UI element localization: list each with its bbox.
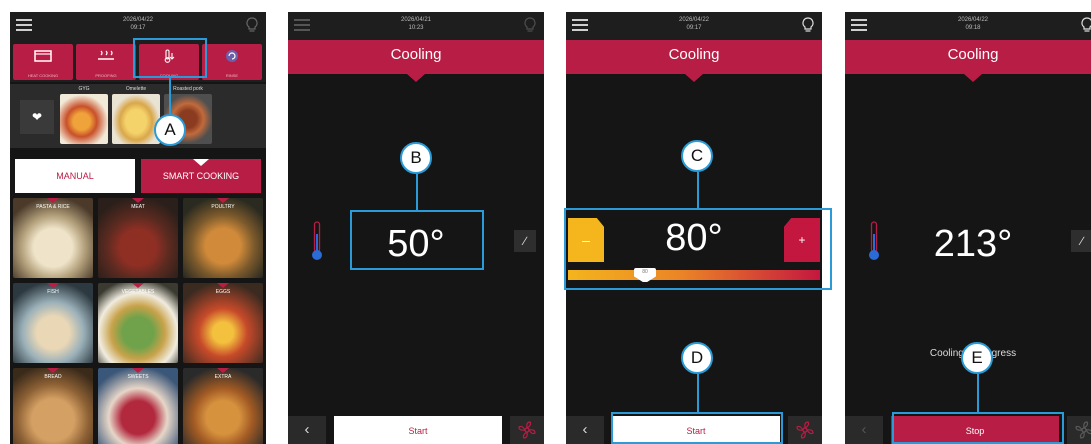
- highlight-temperature-adjuster: [564, 208, 832, 290]
- category-label: FISH: [47, 289, 59, 295]
- category-label: SWEETS: [127, 374, 149, 380]
- category-tile[interactable]: MEAT: [98, 198, 178, 278]
- page-title: Cooling: [288, 40, 544, 82]
- time: 09:17: [686, 25, 702, 31]
- category-tile[interactable]: PASTA & RICE: [13, 198, 93, 278]
- category-tile[interactable]: BREAD: [13, 368, 93, 444]
- highlight-cooling-tab: [133, 38, 207, 78]
- mode-label: PROOFING: [95, 73, 117, 78]
- category-tile[interactable]: EGGS: [183, 283, 263, 363]
- favorites-row: ❤ GYG Omelette Roasted pork: [10, 84, 266, 148]
- category-label: EGGS: [215, 289, 231, 295]
- back-button[interactable]: ‹: [288, 416, 326, 444]
- time: 10:23: [408, 25, 424, 31]
- fan-icon: [518, 421, 536, 439]
- heart-icon[interactable]: ❤: [20, 100, 54, 134]
- page-title: Cooling: [845, 40, 1091, 82]
- smart-cooking-button[interactable]: SMART COOKING: [141, 159, 261, 193]
- time: 09:17: [130, 25, 146, 31]
- status-bar: 2026/04/21 10:23: [288, 12, 544, 40]
- manual-button[interactable]: MANUAL: [15, 159, 135, 193]
- oven-icon: [34, 50, 52, 62]
- lightbulb-icon[interactable]: [522, 16, 538, 34]
- highlight-temperature: [350, 210, 484, 270]
- category-tile[interactable]: SWEETS: [98, 368, 178, 444]
- status-bar: 2026/04/22 09:17: [566, 12, 822, 40]
- favorite-item[interactable]: GYG: [60, 86, 108, 144]
- status-bar: 2026/04/22 09:18: [845, 12, 1091, 40]
- date: 2026/04/22: [678, 17, 710, 23]
- favorite-label: Roasted pork: [173, 86, 203, 92]
- mode-rinse[interactable]: RINSE: [202, 44, 262, 80]
- callout-a: A: [154, 114, 186, 146]
- mode-proofing[interactable]: PROOFING: [76, 44, 136, 80]
- callout-line: [977, 374, 979, 412]
- fan-button[interactable]: [510, 416, 544, 444]
- category-tile[interactable]: VEGETABLES: [98, 283, 178, 363]
- callout-line: [697, 374, 699, 412]
- probe-icon[interactable]: ∕: [514, 230, 536, 252]
- fan-button[interactable]: [788, 416, 822, 444]
- date: 2026/04/22: [122, 17, 154, 23]
- cooling-screen-running: 2026/04/22 09:18 Cooling 213° ∕ Cooling …: [845, 12, 1091, 444]
- category-label: BREAD: [44, 374, 62, 380]
- back-button[interactable]: ‹: [566, 416, 604, 444]
- highlight-start-button: [611, 412, 783, 444]
- category-tile[interactable]: POULTRY: [183, 198, 263, 278]
- callout-e: E: [961, 342, 993, 374]
- date: 2026/04/22: [957, 17, 989, 23]
- date: 2026/04/21: [400, 17, 432, 23]
- fan-button[interactable]: [1067, 416, 1091, 444]
- callout-b: B: [400, 142, 432, 174]
- highlight-stop-button: [892, 412, 1064, 444]
- datetime: 2026/04/22 09:18: [845, 16, 1091, 32]
- probe-icon[interactable]: ∕: [1071, 230, 1091, 252]
- rinse-icon: [226, 50, 238, 62]
- datetime: 2026/04/22 09:17: [566, 16, 822, 32]
- food-image: [112, 94, 160, 144]
- datetime: 2026/04/22 09:17: [10, 16, 266, 32]
- category-label: EXTRA: [214, 374, 232, 380]
- lightbulb-icon[interactable]: [1079, 16, 1091, 34]
- mode-label: RINSE: [225, 73, 239, 78]
- favorite-label: GYG: [78, 86, 90, 92]
- category-label: PASTA & RICE: [36, 204, 70, 210]
- mode-heat-cooking[interactable]: HEAT COOKING: [13, 44, 73, 80]
- mode-label: HEAT COOKING: [27, 73, 59, 78]
- time: 09:18: [965, 25, 981, 31]
- category-label: POULTRY: [211, 204, 235, 210]
- callout-line: [697, 172, 699, 208]
- callout-c: C: [681, 140, 713, 172]
- category-label: VEGETABLES: [121, 289, 155, 295]
- callout-line: [416, 174, 418, 210]
- steam-icon: [98, 50, 114, 60]
- lightbulb-icon[interactable]: [244, 16, 260, 34]
- category-label: MEAT: [131, 204, 145, 210]
- datetime: 2026/04/21 10:23: [288, 16, 544, 32]
- fan-icon: [796, 421, 814, 439]
- category-tile[interactable]: FISH: [13, 283, 93, 363]
- temperature-value: 213°: [933, 223, 1013, 265]
- favorite-label: Omelette: [125, 86, 147, 92]
- favorite-item[interactable]: Omelette: [112, 86, 160, 144]
- page-title: Cooling: [566, 40, 822, 82]
- fan-icon: [1075, 421, 1091, 439]
- callout-line: [169, 78, 171, 114]
- status-bar: 2026/04/22 09:17: [10, 12, 266, 40]
- lightbulb-icon[interactable]: [800, 16, 816, 34]
- category-tile[interactable]: EXTRA: [183, 368, 263, 444]
- start-button[interactable]: Start: [334, 416, 502, 444]
- callout-d: D: [681, 342, 713, 374]
- back-button[interactable]: ‹: [845, 416, 883, 444]
- food-image: [60, 94, 108, 144]
